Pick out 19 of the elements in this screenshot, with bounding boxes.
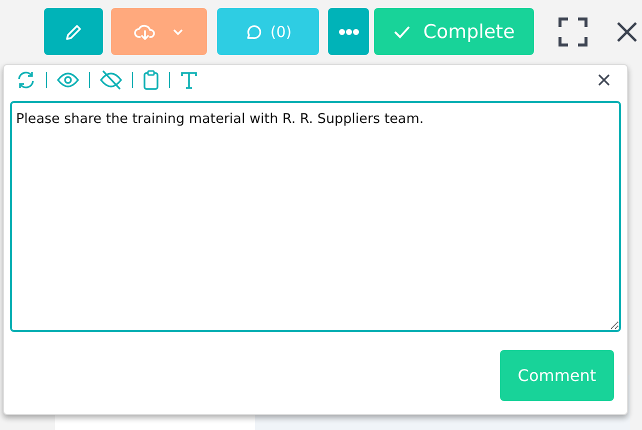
eye-icon[interactable]: [57, 72, 79, 88]
text-icon[interactable]: [180, 71, 198, 89]
refresh-icon[interactable]: [16, 70, 36, 90]
comment-button[interactable]: Comment: [500, 350, 614, 401]
caret-icon: [171, 26, 185, 36]
comment-field[interactable]: Please share the training material with R. R. Suppliers team.: [10, 101, 621, 332]
complete-button[interactable]: Complete: [374, 8, 534, 55]
clipboard-icon[interactable]: [143, 70, 159, 90]
edit-button[interactable]: [44, 8, 103, 55]
download-dropdown-button[interactable]: [111, 8, 207, 55]
fullscreen-icon[interactable]: [558, 16, 588, 46]
comments-button[interactable]: (0): [217, 8, 319, 55]
eye-slash-icon[interactable]: [100, 70, 122, 90]
close-icon[interactable]: [616, 20, 638, 42]
more-icon: [338, 28, 360, 36]
more-button[interactable]: [328, 8, 369, 55]
speech-bubble-icon: [244, 22, 262, 40]
checkmark-icon: [393, 24, 412, 38]
close-icon[interactable]: [597, 73, 611, 87]
